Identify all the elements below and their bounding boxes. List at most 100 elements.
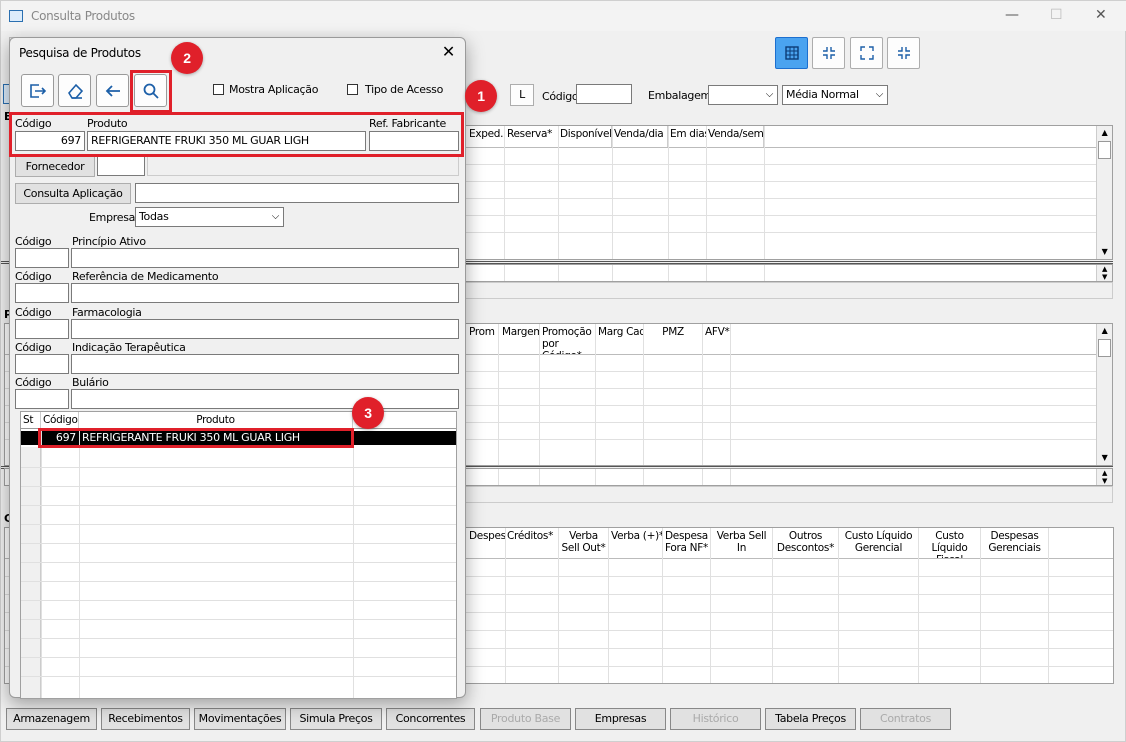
collapse-icon	[822, 47, 835, 59]
empresa-label: Empresa	[89, 211, 136, 224]
minimize-icon[interactable]: —	[1005, 7, 1019, 23]
exit-icon	[29, 83, 46, 98]
l-button[interactable]: L	[510, 84, 534, 106]
farmacologia-codigo-label: Código	[15, 306, 52, 319]
col-header-margem[interactable]: Margem	[500, 324, 540, 354]
embalagem-select[interactable]: ⌵	[708, 85, 778, 105]
col-header-despesas-gerenciais[interactable]: Despesas Gerenciais	[981, 528, 1049, 558]
exit-button[interactable]	[21, 74, 54, 107]
col-header-codigo[interactable]: Código	[41, 412, 79, 428]
chevron-down-icon: ⌵	[765, 89, 774, 100]
col-header-venda-dia[interactable]: Venda/dia	[612, 126, 668, 147]
scroll-up-icon[interactable]: ▲	[1097, 126, 1112, 140]
codigo-label: Código	[542, 90, 579, 103]
indicacao-codigo-label: Código	[15, 341, 52, 354]
scroll-up-icon[interactable]: ▲	[1097, 324, 1112, 338]
pricing-grid-scrollbar[interactable]: ▲ ▼	[1096, 324, 1112, 465]
tab-historico[interactable]: Histórico	[670, 708, 761, 730]
empresa-select[interactable]: Todas ⌵	[135, 207, 284, 227]
col-header-custo-liquido-fiscal[interactable]: Custo Líquido Fiscal	[919, 528, 981, 558]
expand-button[interactable]	[850, 37, 883, 69]
tab-empresas[interactable]: Empresas	[575, 708, 666, 730]
col-header-produto[interactable]: Produto	[79, 412, 353, 428]
mostra-aplicacao-checkbox[interactable]	[213, 84, 224, 95]
shrink-button[interactable]	[887, 37, 920, 69]
tipo-acesso-label: Tipo de Acesso	[365, 83, 444, 96]
col-header-outros-descontos[interactable]: Outros Descontos*	[773, 528, 839, 558]
consulta-aplicacao-field[interactable]	[135, 183, 459, 203]
media-select[interactable]: Média Normal ⌵	[782, 85, 888, 105]
col-header-pmz[interactable]: PMZ	[644, 324, 703, 354]
col-header-verba-plus[interactable]: Verba (+)*	[609, 528, 663, 558]
tipo-acesso-checkbox[interactable]	[347, 84, 358, 95]
tab-concorrentes[interactable]: Concorrentes	[386, 708, 475, 730]
referencia-codigo-label: Código	[15, 270, 52, 283]
col-header-promocao-codigo[interactable]: Promoção por Código*	[540, 324, 596, 354]
referencia-code-field[interactable]	[15, 283, 69, 303]
col-header-venda-sem[interactable]: Venda/sem	[706, 126, 764, 147]
grid-icon	[784, 46, 799, 60]
principio-ativo-code-field[interactable]	[15, 248, 69, 268]
dialog-close-icon[interactable]: ✕	[442, 42, 455, 61]
highlight-search-fields	[9, 112, 464, 157]
bulario-code-field[interactable]	[15, 389, 69, 409]
col-header-custo-liquido-gerencial[interactable]: Custo Líquido Gerencial	[839, 528, 919, 558]
tab-recebimentos[interactable]: Recebimentos	[101, 708, 190, 730]
fornecedor-name-field	[147, 156, 459, 176]
scroll-down-icon[interactable]: ▼	[1097, 451, 1112, 465]
referencia-medicamento-label: Referência de Medicamento	[72, 270, 219, 283]
col-header-verba-sell-in[interactable]: Verba Sell In	[711, 528, 773, 558]
col-header-verba-sell-out[interactable]: Verba Sell Out*	[559, 528, 609, 558]
chevron-down-icon: ⌵	[875, 89, 884, 100]
col-header-em-dias[interactable]: Em dias	[668, 126, 708, 147]
collapse-button[interactable]	[812, 37, 845, 69]
stock-grid-scrollbar[interactable]: ▲ ▼	[1096, 126, 1112, 259]
tab-movimentacoes[interactable]: Movimentações	[194, 708, 286, 730]
scroll-down-icon[interactable]: ▼	[1097, 245, 1112, 259]
pricing-totals-spinner[interactable]: ▲ ▼	[1096, 469, 1112, 485]
col-header-marg-cad[interactable]: Marg Cad	[596, 324, 644, 354]
eraser-icon	[67, 83, 83, 99]
indicacao-field[interactable]	[71, 354, 459, 374]
clear-button[interactable]	[58, 74, 91, 107]
highlight-result-row	[38, 428, 354, 448]
col-header-despesa-n[interactable]: Despesa N	[467, 528, 507, 558]
grid-view-button[interactable]	[775, 37, 808, 69]
tab-simula-precos[interactable]: Simula Preços	[290, 708, 382, 730]
col-header-despesa-fora-nf[interactable]: Despesa Fora NF*	[663, 528, 711, 558]
principio-ativo-field[interactable]	[71, 248, 459, 268]
dialog-title: Pesquisa de Produtos	[19, 46, 141, 60]
expand-icon	[859, 46, 874, 60]
col-header-reserva[interactable]: Reserva*	[505, 126, 560, 147]
col-header-prom[interactable]: Prom	[467, 324, 502, 354]
tab-produto-base[interactable]: Produto Base	[480, 708, 571, 730]
tab-tabela-precos[interactable]: Tabela Preços	[765, 708, 856, 730]
annotation-badge-1: 1	[465, 80, 497, 112]
col-header-creditos[interactable]: Créditos*	[505, 528, 559, 558]
farmacologia-code-field[interactable]	[15, 319, 69, 339]
bulario-codigo-label: Código	[15, 376, 52, 389]
highlight-search-button	[130, 70, 172, 113]
maximize-icon[interactable]: ☐	[1050, 7, 1063, 23]
app-icon	[9, 10, 23, 22]
farmacologia-label: Farmacologia	[72, 306, 142, 319]
tab-armazenagem[interactable]: Armazenagem	[6, 708, 97, 730]
stock-totals-spinner[interactable]: ▲ ▼	[1096, 265, 1112, 281]
back-button[interactable]	[96, 74, 129, 107]
codigo-input[interactable]	[576, 84, 632, 104]
close-icon[interactable]: ✕	[1095, 7, 1107, 23]
referencia-field[interactable]	[71, 283, 459, 303]
consulta-aplicacao-button[interactable]: Consulta Aplicação	[15, 183, 131, 204]
embalagem-label: Embalagem	[648, 89, 711, 102]
annotation-badge-2: 2	[171, 42, 203, 74]
fornecedor-code-field[interactable]	[97, 156, 145, 176]
indicacao-code-field[interactable]	[15, 354, 69, 374]
fornecedor-button[interactable]: Fornecedor	[15, 156, 95, 177]
results-grid[interactable]: St Código Produto 697 REFRIGERANTE FRUKI…	[20, 411, 457, 699]
col-header-disponivel[interactable]: Disponível	[558, 126, 612, 147]
col-header-afv[interactable]: AFV*	[703, 324, 731, 354]
farmacologia-field[interactable]	[71, 319, 459, 339]
bulario-field[interactable]	[71, 389, 459, 409]
tab-contratos[interactable]: Contratos	[860, 708, 951, 730]
col-header-st[interactable]: St	[21, 412, 41, 428]
